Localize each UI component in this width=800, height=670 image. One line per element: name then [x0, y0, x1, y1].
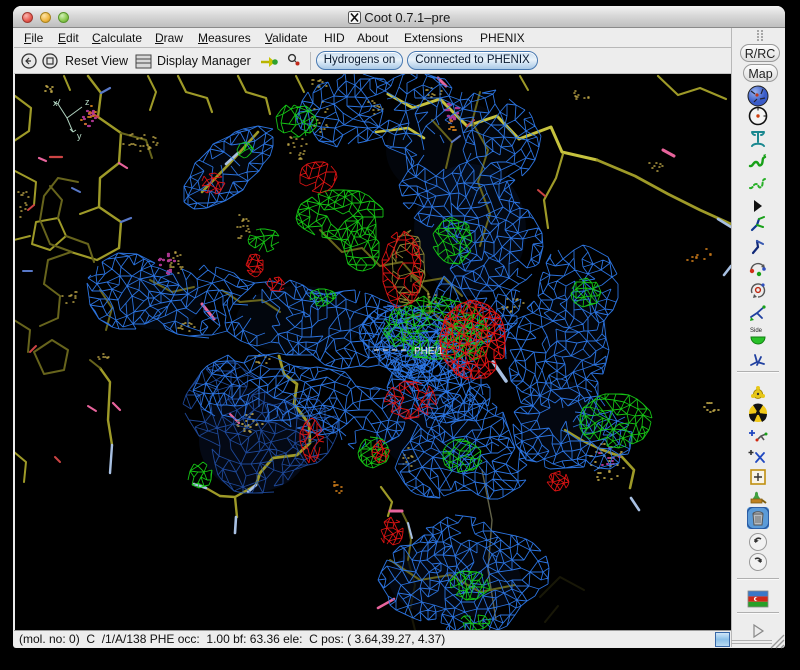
- svg-text:PHE/1: PHE/1: [414, 346, 443, 357]
- svg-text:y: y: [77, 131, 82, 141]
- svg-text:x: x: [53, 98, 58, 108]
- svg-text:z: z: [85, 97, 90, 107]
- svg-text:Side: Side: [750, 328, 763, 334]
